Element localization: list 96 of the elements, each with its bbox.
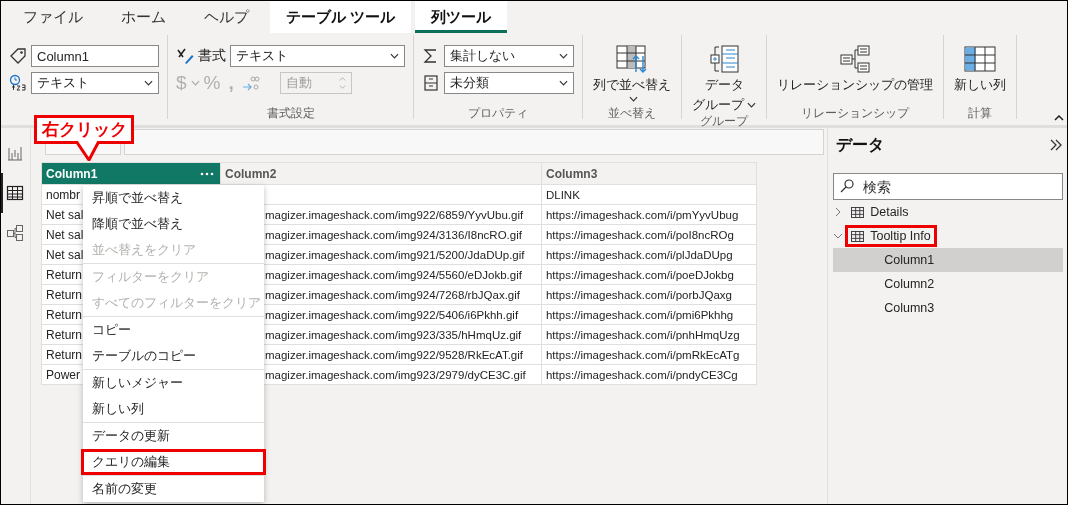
caret-icon: [629, 96, 638, 102]
menu-item[interactable]: 新しい列: [82, 396, 264, 422]
column-header[interactable]: Column2: [220, 162, 542, 185]
new-column-icon: [964, 45, 996, 73]
table-cell: Return: [45, 327, 82, 342]
table-cell: Return: [45, 267, 82, 282]
formula-field[interactable]: [123, 129, 825, 155]
tree-item[interactable]: Details: [833, 200, 1063, 224]
table-icon: [851, 230, 865, 242]
table-cell: Net sal: [45, 207, 84, 222]
table-cell: Power: [45, 367, 80, 382]
format-dropdown[interactable]: テキスト: [230, 45, 405, 67]
menu-item[interactable]: 名前の変更: [82, 476, 264, 502]
format-icon: [176, 47, 194, 65]
group-label: 書式設定: [265, 105, 316, 119]
tag-icon: [9, 47, 27, 65]
bar-chart-icon: [6, 144, 25, 162]
table-cell: nombr: [45, 187, 80, 202]
table-cell: Return: [45, 287, 82, 302]
table-cell: https://imageshack.com/i/poeDJokbg: [545, 268, 734, 281]
more-icon: [199, 172, 214, 176]
table-cell: https://imageshack.com/i/pmi6Pkhhg: [545, 308, 734, 321]
table-cell: magizer.imageshack.com/img922/6859/YyvUbu.gif: [264, 208, 524, 221]
table-cell: magizer.imageshack.com/img922/5406/i6Pkhh.gif: [264, 308, 519, 321]
model-icon: [6, 224, 25, 242]
menu-item[interactable]: 昇順で並べ替え: [82, 185, 264, 211]
table-cell: magizer.imageshack.com/img921/5200/JdaDUp.gif: [264, 248, 525, 261]
pane-title: データ: [836, 134, 885, 155]
table-cell: Net sal: [45, 227, 84, 242]
table-cell: magizer.imageshack.com/img924/5560/eDJokb.gif: [264, 268, 522, 281]
category-dropdown[interactable]: 未分類: [444, 72, 574, 94]
data-type-dropdown[interactable]: テキスト: [31, 72, 159, 94]
search-field[interactable]: 検索: [833, 173, 1063, 200]
ribbon-tab[interactable]: ホーム: [104, 1, 183, 33]
collapse-pane-icon[interactable]: [1049, 139, 1063, 151]
tree-item[interactable]: Tooltip Info: [833, 224, 1063, 248]
group-label: リレーションシップ: [800, 105, 911, 119]
table-cell: https://imageshack.com/i/plJdaDUpg: [545, 248, 733, 261]
table-cell: DLINK: [545, 188, 580, 201]
table-icon: [6, 184, 25, 202]
caret-icon: [144, 80, 153, 86]
table-cell: magizer.imageshack.com/img924/7268/rbJQax.gif: [264, 288, 520, 301]
table-cell: https://imageshack.com/i/porbJQaxg: [545, 288, 732, 301]
table-icon: [851, 206, 865, 218]
menu-item[interactable]: 新しいメジャー: [82, 370, 264, 396]
group-label: プロパティ: [467, 105, 529, 119]
table-name: Tooltip Info: [870, 229, 931, 243]
table-cell: https://imageshack.com/i/pmYyvUbug: [545, 208, 739, 221]
ribbon-tab[interactable]: テーブル ツール: [270, 1, 412, 33]
table-cell: Return: [45, 307, 82, 322]
ribbon-tab[interactable]: ファイル: [6, 1, 100, 33]
table-cell: https://imageshack.com/i/pnhHmqUzg: [545, 328, 740, 341]
category-icon: [422, 74, 440, 92]
sort-column-icon: [616, 45, 648, 73]
format-label: 書式: [198, 47, 226, 65]
summarization-dropdown[interactable]: 集計しない: [444, 45, 574, 67]
table-cell: https://imageshack.com/i/pmRkEcATg: [545, 348, 740, 361]
menu-item[interactable]: コピー: [82, 317, 264, 343]
column-header[interactable]: Column1: [41, 162, 221, 185]
menu-item[interactable]: テーブルのコピー: [82, 343, 264, 369]
table-cell: Return: [45, 347, 82, 362]
ribbon-tab[interactable]: ヘルプ: [187, 1, 266, 33]
caret-icon: [390, 53, 399, 59]
table-cell: Net sal: [45, 247, 84, 262]
name-field[interactable]: Column1: [31, 45, 159, 67]
collapse-ribbon-icon[interactable]: [1054, 115, 1064, 121]
table-cell: https://imageshack.com/i/pndyCE3Cg: [545, 368, 738, 381]
data-group-icon: [708, 45, 740, 73]
chevron-down-icon: [833, 231, 844, 241]
column-header[interactable]: Column3: [541, 162, 757, 185]
group-label: 計算: [967, 105, 993, 119]
menu-item[interactable]: 降順で並べ替え: [82, 211, 264, 237]
table-cell: https://imageshack.com/i/poI8ncROg: [545, 228, 734, 241]
table-name: Details: [870, 205, 909, 219]
search-icon: [840, 179, 855, 193]
table-cell: magizer.imageshack.com/img923/2979/dyCE3C.gif: [264, 368, 526, 381]
group-label: グループ: [699, 113, 750, 127]
caret-icon: [747, 101, 756, 108]
data-type-icon: [9, 74, 27, 92]
table-cell: magizer.imageshack.com/img924/3136/I8ncRO.gif: [264, 228, 522, 241]
table-cell: magizer.imageshack.com/img923/335/hHmqUz.gif: [264, 328, 522, 341]
table-cell: magizer.imageshack.com/img922/9528/RkEcAT.gif: [264, 348, 523, 361]
caret-icon: [559, 80, 568, 86]
ribbon-button[interactable]: リレーションシップの管理: [775, 45, 935, 93]
menu-item[interactable]: クエリの編集: [80, 449, 266, 475]
ribbon-tab[interactable]: 列ツール: [415, 1, 508, 33]
menu-item[interactable]: データの更新: [82, 423, 264, 449]
ribbon-button[interactable]: 新しい列: [952, 45, 1008, 93]
relationship-icon: [839, 45, 871, 73]
group-label: 並べ替え: [607, 105, 657, 119]
field-item[interactable]: Column2: [833, 272, 1063, 296]
caret-icon: [559, 53, 568, 59]
field-item[interactable]: Column1: [833, 248, 1063, 272]
ribbon-button[interactable]: データ グループ: [690, 45, 758, 113]
ribbon-button[interactable]: 列で並べ替え: [591, 45, 673, 102]
field-item[interactable]: Column3: [833, 296, 1063, 320]
